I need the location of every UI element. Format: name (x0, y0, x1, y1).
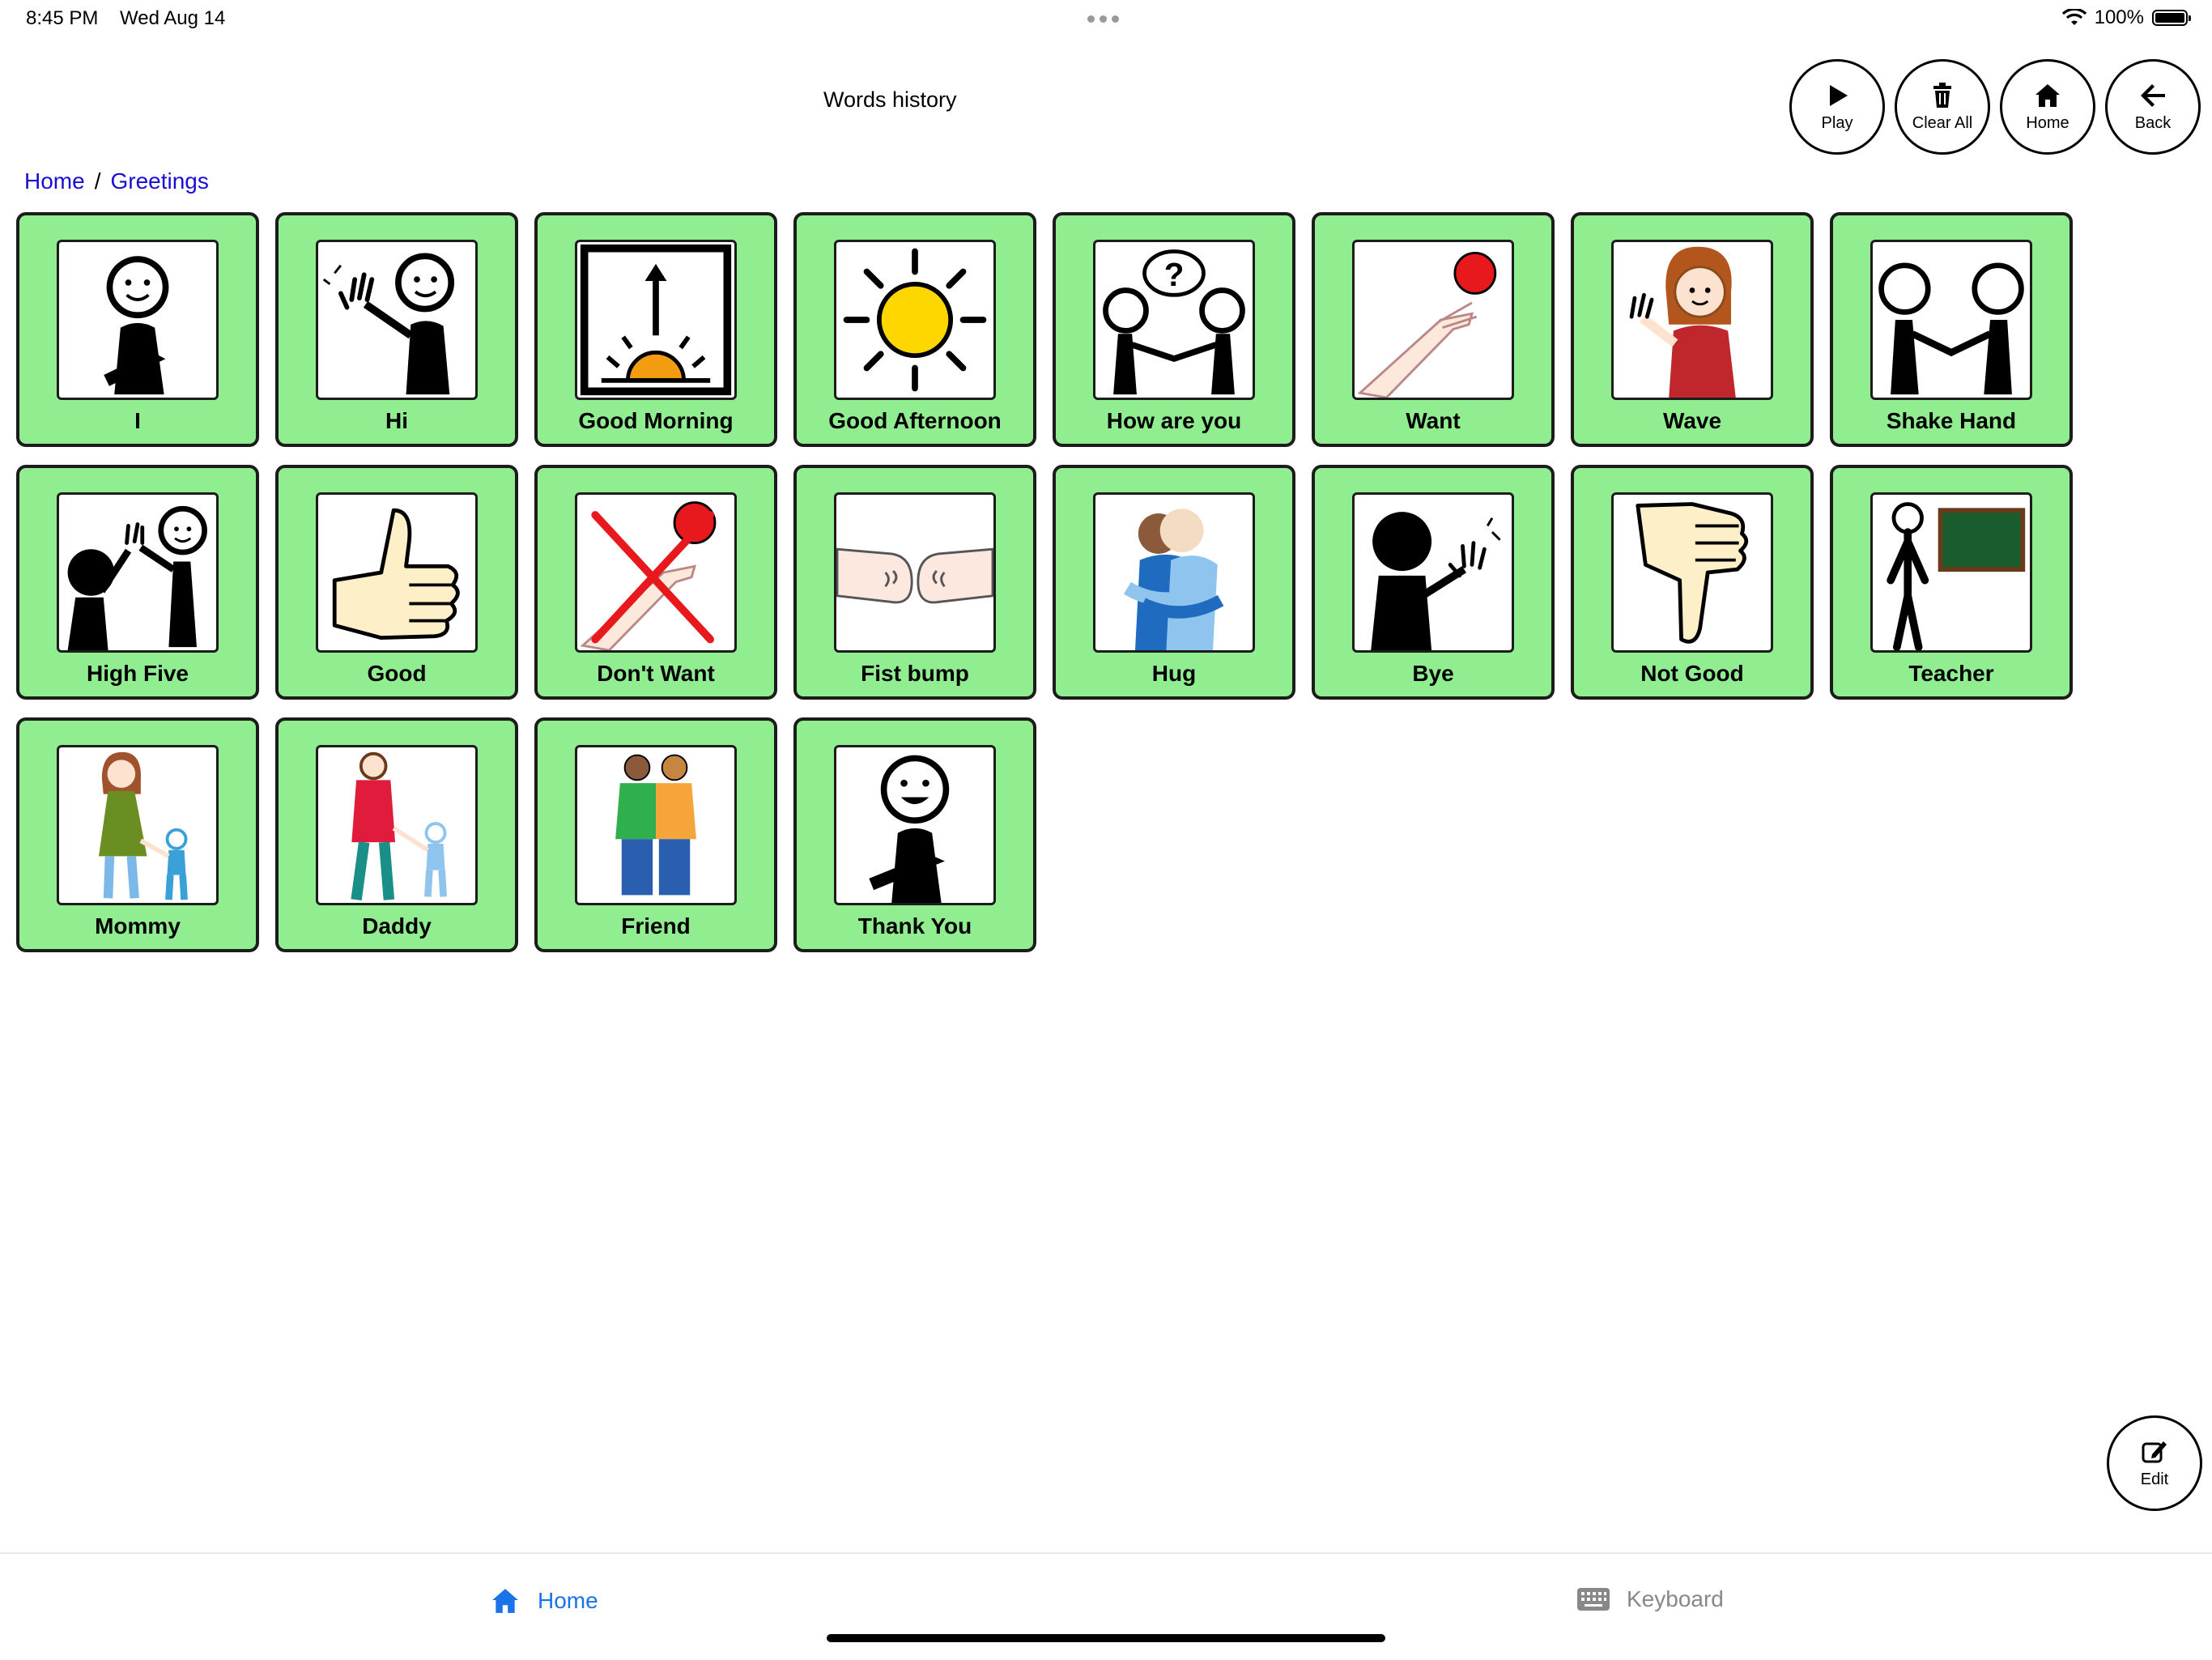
tile-good[interactable]: Good (275, 465, 518, 700)
toolbar: Play Clear All Home Back (1789, 59, 2201, 155)
tab-bar: Home Keyboard (0, 1552, 2212, 1660)
breadcrumb-home[interactable]: Home (24, 168, 85, 194)
keyboard-icon (1577, 1588, 1610, 1611)
home-icon (2035, 83, 2060, 107)
tile-friend[interactable]: Friend (534, 717, 777, 952)
tile-label: Hi (385, 408, 408, 433)
back-button[interactable]: Back (2105, 59, 2201, 155)
breadcrumb-separator: / (94, 168, 101, 194)
tile-daddy[interactable]: Daddy (275, 717, 518, 952)
person-waving-icon (316, 240, 478, 400)
thumbs-down-icon (1611, 492, 1773, 653)
trash-icon (1933, 82, 1951, 108)
tab-keyboard-label: Keyboard (1627, 1586, 1724, 1611)
home-indicator[interactable] (827, 1634, 1385, 1642)
tile-mommy[interactable]: Mommy (16, 717, 259, 952)
tile-label: Mommy (95, 913, 181, 939)
back-button-label: Back (2134, 113, 2172, 132)
tile-label: Good Morning (578, 408, 734, 433)
tile-hug[interactable]: Hug (1053, 465, 1295, 700)
crossed-reach-icon (575, 492, 737, 653)
tile-grid: I Hi Good Morning Good Afternoon ? How a… (16, 212, 2073, 952)
edit-button[interactable]: Edit (2107, 1415, 2202, 1511)
play-button[interactable]: Play (1789, 59, 1885, 155)
tile-i[interactable]: I (16, 212, 259, 447)
tile-dont-want[interactable]: Don't Want (534, 465, 777, 700)
person-bye-icon (1352, 492, 1514, 653)
tile-label: Friend (621, 913, 691, 939)
tile-how-are-you[interactable]: ? How are you (1053, 212, 1295, 447)
play-icon (1830, 84, 1848, 106)
person-thank-you-icon (834, 745, 996, 905)
battery-percent: 100% (2094, 6, 2144, 28)
play-button-label: Play (1821, 113, 1853, 132)
girl-waving-icon (1611, 240, 1773, 400)
tile-label: Thank You (857, 913, 972, 939)
tile-label: Good Afternoon (828, 408, 1002, 433)
two-friends-icon (575, 745, 737, 905)
tile-label: Don't Want (597, 661, 715, 686)
tile-shake-hand[interactable]: Shake Hand (1830, 212, 2073, 447)
home-button[interactable]: Home (2000, 59, 2095, 155)
tile-bye[interactable]: Bye (1312, 465, 1555, 700)
tile-good-afternoon[interactable]: Good Afternoon (793, 212, 1036, 447)
tile-label: Bye (1412, 661, 1454, 686)
tile-label: Wave (1662, 408, 1722, 433)
tile-label: Shake Hand (1886, 408, 2017, 433)
two-people-question-icon: ? (1093, 240, 1255, 400)
tile-label: Daddy (362, 913, 432, 939)
tile-label: I (134, 408, 141, 433)
breadcrumb-greetings[interactable]: Greetings (110, 168, 208, 194)
high-five-icon (57, 492, 219, 653)
status-time: 8:45 PM (26, 7, 99, 29)
battery-icon (2152, 10, 2191, 26)
sunrise-icon (575, 240, 737, 400)
tile-fist-bump[interactable]: Fist bump (793, 465, 1036, 700)
status-right: 100% (2061, 6, 2191, 29)
status-bar: 8:45 PM Wed Aug 14 100% (0, 0, 2212, 40)
tile-label: High Five (86, 661, 189, 686)
wifi-icon (2061, 9, 2087, 25)
multitasking-dots-icon[interactable] (1087, 15, 1119, 23)
mother-child-icon (57, 745, 219, 905)
home-button-label: Home (2026, 113, 2069, 132)
teacher-blackboard-icon (1870, 492, 2032, 653)
tile-wave[interactable]: Wave (1571, 212, 1814, 447)
father-child-icon (316, 745, 478, 905)
tile-label: Teacher (1908, 661, 1994, 686)
tile-high-five[interactable]: High Five (16, 465, 259, 700)
tile-good-morning[interactable]: Good Morning (534, 212, 777, 447)
words-history-bar[interactable]: Words history (823, 87, 957, 113)
tile-label: Not Good (1640, 661, 1744, 686)
svg-text:?: ? (1164, 256, 1185, 293)
sun-icon (834, 240, 996, 400)
home-icon (492, 1589, 518, 1613)
edit-button-label: Edit (2140, 1470, 2169, 1488)
status-date: Wed Aug 14 (120, 7, 226, 29)
breadcrumb: Home / Greetings (24, 168, 209, 194)
tile-want[interactable]: Want (1312, 212, 1555, 447)
tile-teacher[interactable]: Teacher (1830, 465, 2073, 700)
tab-home[interactable]: Home (489, 1586, 598, 1615)
thumbs-up-icon (316, 492, 478, 653)
tile-thank-you[interactable]: Thank You (793, 717, 1036, 952)
tile-label: Good (367, 661, 427, 686)
tab-keyboard[interactable]: Keyboard (1576, 1586, 1724, 1612)
hand-reaching-ball-icon (1352, 240, 1514, 400)
edit-icon (2142, 1441, 2167, 1462)
tile-label: Fist bump (861, 661, 969, 686)
hug-icon (1093, 492, 1255, 653)
back-arrow-icon (2141, 83, 2165, 107)
tile-not-good[interactable]: Not Good (1571, 465, 1814, 700)
tile-label: How are you (1106, 408, 1242, 433)
fist-bump-icon (834, 492, 996, 653)
tab-home-label: Home (538, 1588, 598, 1613)
clear-all-button-label: Clear All (1912, 113, 1973, 132)
clear-all-button[interactable]: Clear All (1895, 59, 1990, 155)
person-self-icon (57, 240, 219, 400)
tile-label: Hug (1151, 661, 1197, 686)
tile-label: Want (1406, 408, 1461, 433)
handshake-icon (1870, 240, 2032, 400)
tile-hi[interactable]: Hi (275, 212, 518, 447)
